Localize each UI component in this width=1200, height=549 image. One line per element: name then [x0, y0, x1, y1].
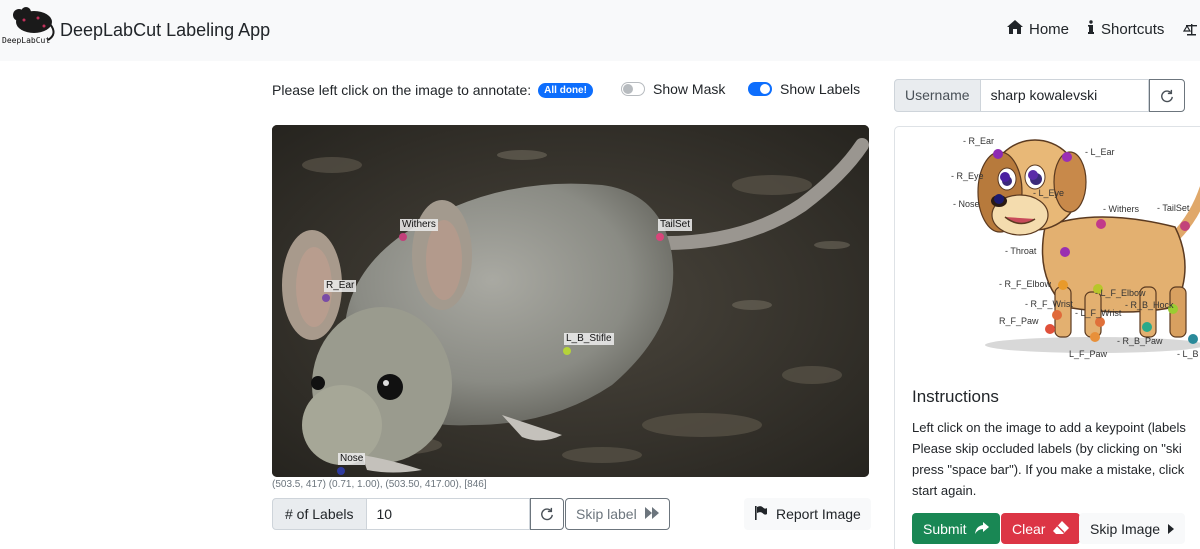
instructions-line: Please skip occluded labels (by clicking… [912, 441, 1182, 456]
show-labels-switch[interactable] [748, 82, 772, 96]
eraser-icon [1053, 520, 1070, 537]
report-image-button[interactable]: Report Image [744, 498, 871, 530]
annotation-prompt: Please left click on the image to annota… [272, 82, 593, 98]
instructions-line: Left click on the image to add a keypoin… [912, 420, 1186, 435]
logo-text: DeepLabCut [2, 36, 51, 45]
ref-label-l-f-paw: L_F_Paw [1069, 349, 1108, 359]
caret-right-icon [1168, 521, 1175, 537]
refresh-icon [1160, 89, 1173, 102]
ref-label-nose: - Nose [953, 199, 980, 209]
ref-label-r-f-paw: R_F_Paw [999, 316, 1039, 326]
label-count-refresh-button[interactable] [529, 498, 564, 530]
keypoint-label-withers: Withers [400, 219, 438, 231]
instructions-title: Instructions [912, 387, 999, 406]
ref-label-tailset: - TailSet [1157, 203, 1190, 213]
refresh-icon [540, 507, 553, 521]
label-count-input[interactable]: 10 [366, 498, 530, 530]
house-icon [1007, 20, 1023, 38]
ref-label-l-f-wrist: - L_F_Wrist [1075, 308, 1122, 318]
keypoint-label-tailset: TailSet [658, 219, 693, 231]
keypoint-label-l-b-stifle: L_B_Stifle [564, 333, 614, 345]
skip-label-button[interactable]: Skip label [565, 498, 670, 530]
ref-label-withers: - Withers [1103, 204, 1139, 214]
username-prefix: Username [894, 79, 981, 112]
instructions-line: press "space bar"). If you make a mistak… [912, 462, 1185, 477]
ref-label-l-b: - L_B [1177, 349, 1199, 359]
show-labels-toggle[interactable]: Show Labels [748, 81, 860, 97]
report-image-label: Report Image [776, 506, 861, 522]
keypoint-nose[interactable] [337, 467, 345, 475]
keypoint-tailset[interactable] [656, 233, 664, 241]
skip-image-button[interactable]: Skip Image [1079, 513, 1186, 544]
app-title[interactable]: DeepLabCut Labeling App [60, 20, 270, 41]
keypoint-withers[interactable] [399, 233, 407, 241]
skip-label-text: Skip label [576, 506, 637, 522]
keypoint-l-b-stifle[interactable] [563, 347, 571, 355]
ref-label-l-eye: - L_Eye [1033, 188, 1065, 198]
show-mask-label: Show Mask [653, 81, 726, 97]
username-group: Username sharp kowalevski [894, 79, 1185, 112]
ref-label-l-f-elbow: - L_F_Elbow [1095, 288, 1146, 298]
fast-forward-icon [644, 506, 659, 522]
reference-dog-diagram: - R_Ear - L_Ear - R_Eye - L_Eye - Nose -… [895, 127, 1200, 367]
annotation-canvas[interactable]: Withers TailSet R_Ear L_B_Stifle Nose [272, 125, 869, 477]
ref-label-l-ear: - L_Ear [1085, 147, 1115, 157]
show-labels-label: Show Labels [780, 81, 861, 97]
clear-label: Clear [1012, 520, 1046, 537]
nav-shortcuts[interactable]: Shortcuts [1087, 20, 1164, 38]
info-icon [1087, 20, 1095, 38]
username-input[interactable]: sharp kowalevski [980, 79, 1149, 112]
keypoint-label-nose: Nose [338, 453, 366, 465]
status-badge: All done! [538, 82, 593, 98]
reference-card: - R_Ear - L_Ear - R_Eye - L_Eye - Nose -… [894, 126, 1200, 549]
ref-label-r-b-paw: - R_B_Paw [1117, 336, 1163, 346]
share-arrow-icon [974, 521, 989, 537]
annotation-prompt-text: Please left click on the image to annota… [272, 82, 532, 98]
submit-button[interactable]: Submit [912, 513, 1000, 544]
label-count-group: # of Labels 10 [272, 498, 564, 530]
cursor-coordinates: (503.5, 417) (0.71, 1.00), (503.50, 417.… [272, 479, 487, 490]
navbar: DeepLabCut DeepLabCut Labeling App Home … [0, 0, 1200, 61]
mouse-photo [272, 125, 869, 477]
username-refresh-button[interactable] [1148, 79, 1185, 112]
ref-label-r-ear: - R_Ear [963, 136, 995, 146]
instructions-line: start again. [912, 483, 977, 498]
label-count-prefix: # of Labels [272, 498, 367, 530]
keypoint-label-r-ear: R_Ear [324, 280, 357, 292]
nav-home[interactable]: Home [1007, 20, 1069, 38]
ref-label-r-f-wrist: - R_F_Wrist [1025, 299, 1073, 309]
ref-label-throat: - Throat [1005, 246, 1037, 256]
nav-shortcuts-label: Shortcuts [1101, 20, 1165, 38]
flag-icon [754, 505, 768, 523]
show-mask-switch[interactable] [621, 82, 645, 96]
instructions-text: Left click on the image to add a keypoin… [912, 417, 1200, 501]
nav-home-label: Home [1029, 20, 1070, 38]
deeplabcut-logo[interactable]: DeepLabCut [2, 4, 58, 58]
scale-icon[interactable] [1183, 24, 1200, 36]
skip-image-label: Skip Image [1090, 520, 1161, 537]
keypoint-r-ear[interactable] [322, 294, 330, 302]
ref-label-r-b-hock: - R_B_Hock [1125, 300, 1174, 310]
show-mask-toggle[interactable]: Show Mask [621, 81, 725, 97]
ref-label-r-f-elbow: - R_F_Elbow [999, 279, 1052, 289]
ref-label-r-eye: - R_Eye [951, 171, 984, 181]
clear-button[interactable]: Clear [1001, 513, 1081, 544]
submit-label: Submit [923, 520, 967, 537]
